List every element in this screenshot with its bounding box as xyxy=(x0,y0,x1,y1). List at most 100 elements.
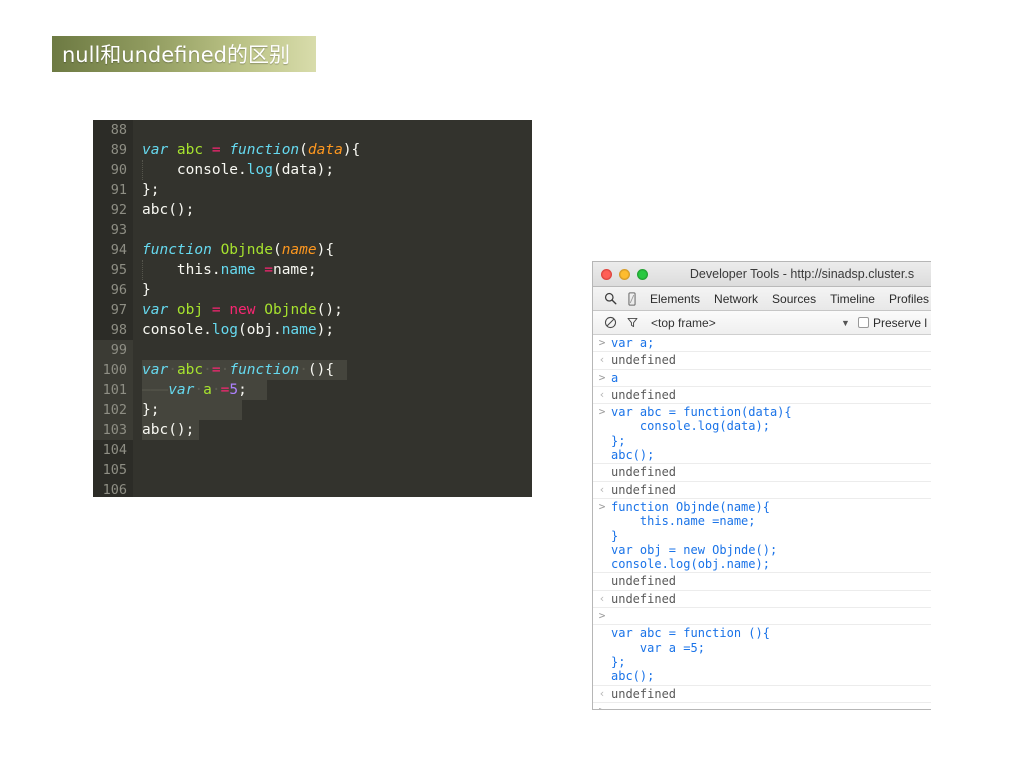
code-line-content[interactable] xyxy=(133,480,532,497)
console-output-entry[interactable]: ‹ undefined xyxy=(593,482,931,499)
code-line-content[interactable]: }; xyxy=(133,180,532,200)
code-token: var xyxy=(168,382,195,398)
line-number: 95 xyxy=(93,260,133,280)
code-line-row[interactable]: 97 var obj = new Objnde(); xyxy=(93,300,532,320)
code-line-row[interactable]: 92 abc(); xyxy=(93,200,532,220)
line-number: 100 xyxy=(93,360,133,380)
code-line-row[interactable]: 96} xyxy=(93,280,532,300)
code-token: }; xyxy=(142,402,160,418)
code-line-content[interactable]: console.log(obj.name); xyxy=(133,320,532,340)
console-output-entry[interactable]: ‹ undefined xyxy=(593,387,931,405)
code-token: data xyxy=(307,142,343,158)
code-token: function xyxy=(229,362,300,378)
console-input-entry[interactable]: > xyxy=(593,703,931,709)
code-token: ){ xyxy=(342,142,361,158)
developer-tools-window[interactable]: Developer Tools - http://sinadsp.cluster… xyxy=(592,261,931,710)
code-line-content[interactable]: }; xyxy=(133,400,532,420)
code-line-row[interactable]: 99 xyxy=(93,340,532,360)
console-input-entry[interactable]: > var a; xyxy=(593,335,931,353)
console-entry-text: function Objnde(name){ this.name =name; … xyxy=(611,499,778,572)
tab-timeline[interactable]: Timeline xyxy=(823,292,882,306)
tab-network[interactable]: Network xyxy=(707,292,765,306)
preserve-log-checkbox[interactable]: Preserve l xyxy=(857,316,931,330)
code-line-row[interactable]: 94 function Objnde(name){ xyxy=(93,240,532,260)
code-line-content[interactable] xyxy=(133,440,532,460)
line-number: 103 xyxy=(93,420,133,440)
code-line-row[interactable]: 89 var abc = function(data){ xyxy=(93,140,532,160)
code-line-row[interactable]: 93 xyxy=(93,220,532,240)
code-line-content[interactable]: abc(); xyxy=(133,420,532,440)
code-token: = xyxy=(211,362,221,378)
code-line-content[interactable] xyxy=(133,460,532,480)
code-line-row[interactable]: 90 console.log(data); xyxy=(93,160,532,180)
execution-context-selector[interactable]: <top frame> xyxy=(643,316,841,330)
code-line-row[interactable]: 100 var·abc·=·function·(){ xyxy=(93,360,532,380)
code-line-row[interactable]: 101 ———var·a·=5; xyxy=(93,380,532,400)
filter-funnel-icon[interactable] xyxy=(621,316,643,329)
code-token: abc xyxy=(176,142,204,158)
console-output-entry[interactable]: ‹ undefined xyxy=(593,686,931,703)
tab-sources[interactable]: Sources xyxy=(765,292,823,306)
tab-elements[interactable]: Elements xyxy=(643,292,707,306)
console-filter-bar[interactable]: <top frame> ▼ Preserve l xyxy=(593,311,931,335)
tab-profiles[interactable]: Profiles xyxy=(882,292,931,306)
code-line-row[interactable]: 103 abc(); xyxy=(93,420,532,440)
console-prompt-icon: > xyxy=(598,499,606,513)
console-output-entry[interactable]: ‹ undefined xyxy=(593,352,931,370)
chevron-down-icon[interactable]: ▼ xyxy=(841,318,858,328)
console-result-icon: ‹ xyxy=(598,482,606,496)
code-token: name xyxy=(220,262,256,278)
code-editor-panel[interactable]: 88 89 var abc = function(data){90 console.… xyxy=(93,120,532,497)
code-line-content[interactable]: this.name =name; xyxy=(133,260,532,280)
console-output-entry[interactable]: ‹ undefined xyxy=(593,591,931,609)
code-token: (){ xyxy=(307,362,335,378)
console-output-area[interactable]: > var a; ‹ undefined > a ‹ undefined > var abc = … xyxy=(593,335,931,709)
line-number: 91 xyxy=(93,180,133,200)
search-icon[interactable] xyxy=(599,292,621,305)
code-line-content[interactable]: abc(); xyxy=(133,200,532,220)
devtools-tabbar[interactable]: Elements Network Sources Timeline Profil… xyxy=(593,287,931,311)
console-input-entry[interactable]: > xyxy=(593,608,931,626)
code-token: log xyxy=(246,162,273,178)
code-line-row[interactable]: 106 xyxy=(93,480,532,497)
code-line-content[interactable]: var obj = new Objnde(); xyxy=(133,300,532,320)
code-line-content[interactable] xyxy=(133,120,532,140)
clear-console-icon[interactable] xyxy=(599,316,621,329)
code-line-content[interactable]: function Objnde(name){ xyxy=(133,240,532,260)
code-line-row[interactable]: 98 console.log(obj.name); xyxy=(93,320,532,340)
console-entry-text: undefined xyxy=(611,387,677,402)
console-input-entry[interactable]: var abc = function (){ var a =5; }; abc(… xyxy=(593,625,931,686)
code-line-content[interactable]: } xyxy=(133,280,532,300)
code-line-row[interactable]: 91}; xyxy=(93,180,532,200)
code-line-content[interactable]: ———var·a·=5; xyxy=(133,380,532,400)
selected-code-text: abc(); xyxy=(142,420,199,440)
device-toggle-icon[interactable] xyxy=(621,291,643,306)
line-number: 89 xyxy=(93,140,133,160)
checkbox-box[interactable] xyxy=(857,317,869,328)
console-output-entry[interactable]: undefined xyxy=(593,573,931,591)
code-line-row[interactable]: 88 xyxy=(93,120,532,140)
console-result-icon: ‹ xyxy=(598,591,606,605)
code-line-row[interactable]: 104 xyxy=(93,440,532,460)
line-number: 92 xyxy=(93,200,133,220)
code-line-row[interactable]: 102}; xyxy=(93,400,532,420)
code-line-row[interactable]: 105 xyxy=(93,460,532,480)
code-token: var xyxy=(142,362,169,378)
console-result-icon: ‹ xyxy=(598,387,606,401)
code-line-row[interactable]: 95 this.name =name; xyxy=(93,260,532,280)
console-input-entry[interactable]: > function Objnde(name){ this.name =name;… xyxy=(593,499,931,574)
line-number: 98 xyxy=(93,320,133,340)
code-line-content[interactable] xyxy=(133,220,532,240)
code-line-content[interactable]: console.log(data); xyxy=(133,160,532,180)
console-output-entry[interactable]: undefined xyxy=(593,464,931,482)
code-line-content[interactable]: var abc = function(data){ xyxy=(133,140,532,160)
console-input-entry[interactable]: > a xyxy=(593,370,931,387)
console-input-entry[interactable]: > var abc = function(data){ console.log(d… xyxy=(593,404,931,465)
line-number: 94 xyxy=(93,240,133,260)
code-line-content[interactable] xyxy=(133,340,532,360)
slide-title-banner: null和undefined的区别 xyxy=(52,36,316,72)
code-token: · xyxy=(211,382,221,398)
code-token: · xyxy=(168,362,177,378)
code-line-content[interactable]: var·abc·=·function·(){ xyxy=(133,360,532,380)
